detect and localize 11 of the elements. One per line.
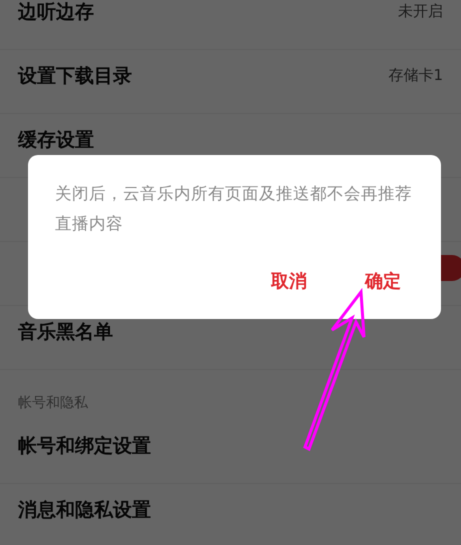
setting-value: 未开启 [398,2,443,21]
setting-label: 设置下载目录 [18,64,132,88]
setting-label: 边听边存 [18,0,94,24]
setting-label: 消息和隐私设置 [18,498,151,522]
dialog-message: 关闭后，云音乐内所有页面及推送都不会再推荐直播内容 [55,183,413,235]
setting-label: 帐号和绑定设置 [18,434,151,458]
setting-label: 缓存设置 [18,128,94,152]
setting-label: 音乐黑名单 [18,320,113,344]
setting-value: 存储卡1 [388,66,443,85]
dialog-button[interactable]: 确定 [365,269,401,293]
dialog-button[interactable]: 取消 [271,269,307,293]
